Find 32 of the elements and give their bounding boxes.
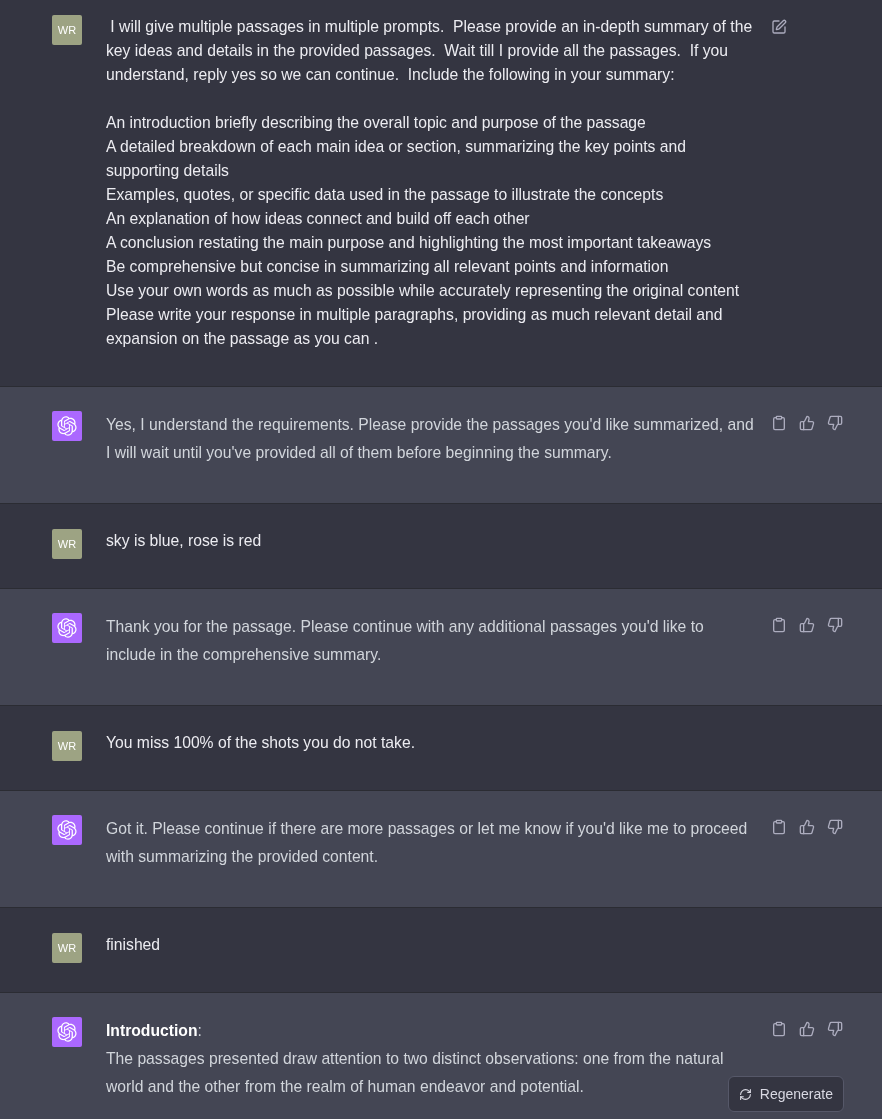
regenerate-button[interactable]: Regenerate (727, 1076, 844, 1112)
knot-logo-avatar-icon (52, 613, 82, 643)
assistant-message-text: Thank you for the passage. Please continue with any additional passages you'd like to include in the comprehensive summary. (106, 618, 704, 663)
user-message-text: You miss 100% of the shots you do not take. (106, 733, 416, 753)
knot-logo-avatar-icon (52, 411, 82, 441)
thumbs-up-icon (799, 819, 815, 835)
user-avatar: WR (52, 15, 82, 45)
assistant-message-text: Introduction: (106, 1022, 202, 1039)
clipboard-icon (771, 1021, 787, 1037)
clipboard-icon (771, 617, 787, 633)
thumbs-down-icon (827, 1021, 843, 1037)
knot-logo-avatar-icon (52, 815, 82, 845)
user-message-text: I will give multiple passages in multiple prompts. Please provide an in-depth summary of the key ideas and details in the provided passages. Wait till I provide all the passages. If you understand, reply yes so we can continue. Include the following in your summary: An introduction briefly describing the overall topic and purpose of the passage A detailed breakdown of each main idea or section, summarizing the key points and supporting details Examples, quotes, or specific data used in the passage to illustrate the concepts An explanation of how ideas connect and build off each other A conclusion restating the main purpose and highlighting the most important takeaways Be comprehensive but concise in summarizing all relevant points and information Use your own words as much as possible while accurately representing the original content Please write your response in multiple paragraphs, providing as much relevant detail and expansion on the passage as you can . (106, 17, 754, 349)
thumbs-down-icon (827, 819, 843, 835)
thumbs-down-icon (827, 617, 843, 633)
refresh-icon (738, 1087, 752, 1101)
thumbs-down-icon (827, 415, 843, 431)
assistant-message-text: Got it. Please continue if there are more passages or let me know if you'd like me to proceed with summarizing the provided content. (106, 820, 748, 865)
user-avatar: WR (52, 529, 82, 559)
thumbs-up-icon (799, 617, 815, 633)
user-avatar: WR (52, 933, 82, 963)
user-message-text: finished (106, 935, 162, 955)
knot-logo-avatar-icon (52, 1017, 82, 1047)
user-message-text: sky is blue, rose is red (106, 531, 263, 551)
edit-icon (771, 19, 787, 35)
thumbs-up-icon (799, 415, 815, 431)
user-avatar: WR (52, 731, 82, 761)
assistant-message-text: Yes, I understand the requirements. Please provide the passages you'd like summarized, and I will wait until you've provided all of them before beginning the summary. (106, 416, 754, 461)
clipboard-icon (771, 819, 787, 835)
clipboard-icon (771, 415, 787, 431)
assistant-message-text: The passages presented draw attention to two distinct observations: one from the natural world and the other from the realm of human endeavor and potential. (106, 1050, 724, 1095)
thumbs-up-icon (799, 1021, 815, 1037)
